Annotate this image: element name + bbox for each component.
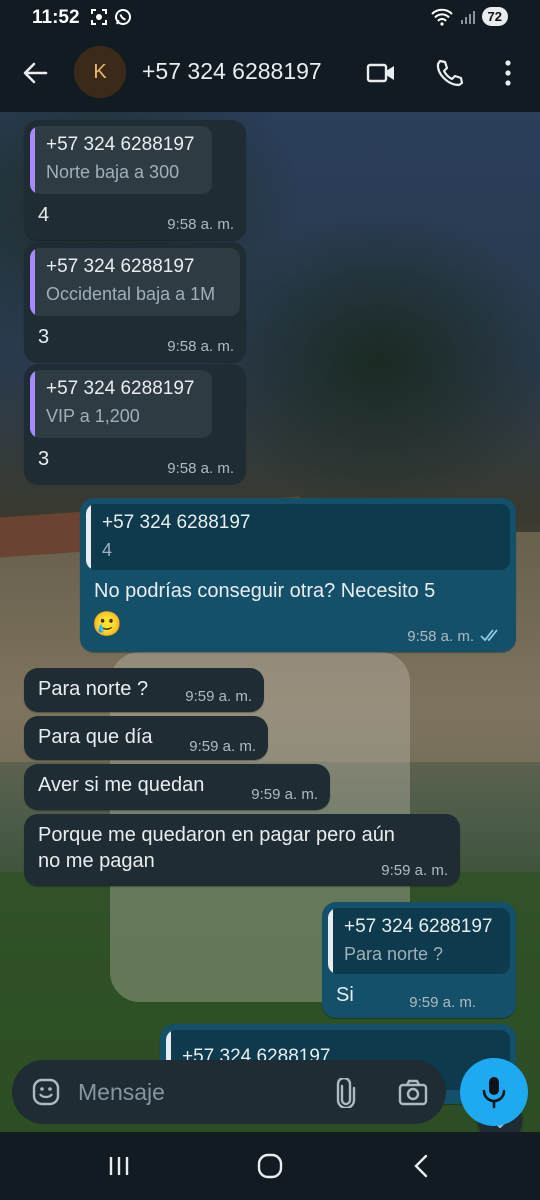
chat-header: K +57 324 6288197: [0, 36, 540, 112]
more-vert-icon[interactable]: [498, 58, 518, 88]
message-text: Para norte ?: [38, 678, 149, 700]
status-bar: 11:52 72: [0, 0, 540, 36]
quoted-text: Occidental baja a 1M: [46, 284, 216, 304]
chat-area[interactable]: +57 324 6288197 Norte baja a 300 4 9:58 …: [0, 112, 540, 1132]
whatsapp-icon: [115, 9, 131, 25]
message-time: 9:59 a. m.: [251, 786, 318, 803]
quoted-sender: +57 324 6288197: [46, 256, 195, 277]
message-input[interactable]: [78, 1078, 318, 1106]
video-call-icon[interactable]: [366, 58, 396, 88]
quoted-sender: +57 324 6288197: [344, 916, 493, 937]
message-text-line2: no me pagan: [38, 850, 155, 872]
message-text: No podrías conseguir otra? Necesito 5: [94, 580, 436, 602]
system-nav-bar: [0, 1132, 540, 1200]
message-time: 9:59 a. m.: [409, 994, 476, 1011]
back-arrow-icon[interactable]: [22, 60, 48, 86]
message-time: 9:58 a. m.: [167, 338, 234, 355]
wifi-icon: [430, 8, 453, 26]
quoted-message[interactable]: +57 324 6288197 Para norte ?: [328, 908, 510, 974]
recents-icon[interactable]: [104, 1152, 134, 1180]
quoted-sender: +57 324 6288197: [102, 512, 251, 533]
screenshot-icon: [91, 9, 107, 25]
message-text: 4: [38, 204, 50, 226]
phone-call-icon[interactable]: [434, 58, 464, 88]
message-text: 3: [38, 448, 50, 470]
incoming-message[interactable]: Para norte ? 9:59 a. m.: [24, 668, 264, 712]
emoji-icon[interactable]: [32, 1078, 60, 1106]
incoming-message[interactable]: Aver si me quedan 9:59 a. m.: [24, 764, 330, 810]
battery-indicator: 72: [481, 7, 508, 26]
signal-icon: [460, 10, 475, 24]
mic-button[interactable]: [460, 1058, 528, 1126]
message-time: 9:59 a. m.: [185, 688, 252, 705]
message-time: 9:59 a. m.: [189, 738, 256, 755]
attach-icon[interactable]: [334, 1078, 358, 1108]
back-icon[interactable]: [406, 1152, 436, 1180]
mic-icon: [482, 1077, 506, 1109]
incoming-message[interactable]: Para que día 9:59 a. m.: [24, 716, 268, 760]
message-text: Para que día: [38, 726, 153, 748]
incoming-message[interactable]: +57 324 6288197 Norte baja a 300 4 9:58 …: [24, 120, 246, 240]
contact-name[interactable]: +57 324 6288197: [142, 58, 322, 85]
message-text: 3: [38, 326, 50, 348]
message-time: 9:58 a. m.: [167, 216, 234, 233]
quoted-message[interactable]: +57 324 6288197 Occidental baja a 1M: [30, 248, 240, 316]
quoted-sender: +57 324 6288197: [46, 134, 195, 155]
quoted-sender: +57 324 6288197: [46, 378, 195, 399]
message-text: Si: [336, 984, 354, 1006]
quoted-message[interactable]: +57 324 6288197 Norte baja a 300: [30, 126, 212, 194]
message-text: Aver si me quedan: [38, 774, 205, 796]
message-text-line1: Porque me quedaron en pagar pero aún: [38, 824, 395, 846]
message-composer[interactable]: [12, 1060, 446, 1124]
quoted-text: Para norte ?: [344, 944, 444, 964]
incoming-message[interactable]: +57 324 6288197 VIP a 1,200 3 9:58 a. m.: [24, 364, 246, 484]
home-icon[interactable]: [255, 1152, 285, 1180]
message-time: 9:58 a. m.: [407, 628, 474, 645]
read-receipt-icon: [480, 629, 498, 642]
quoted-text: Norte baja a 300: [46, 162, 180, 182]
message-time: 9:58 a. m.: [167, 460, 234, 477]
outgoing-message[interactable]: +57 324 6288197 4 No podrías conseguir o…: [80, 498, 516, 652]
message-time: 9:59 a. m.: [381, 862, 448, 879]
outgoing-message[interactable]: +57 324 6288197 Para norte ? Si 9:59 a. …: [322, 902, 516, 1018]
incoming-message[interactable]: Porque me quedaron en pagar pero aún no …: [24, 814, 460, 886]
camera-icon[interactable]: [398, 1078, 428, 1106]
avatar[interactable]: K: [74, 46, 126, 98]
quoted-message[interactable]: +57 324 6288197 VIP a 1,200: [30, 370, 212, 438]
message-emoji: 🥲: [92, 611, 122, 638]
incoming-message[interactable]: +57 324 6288197 Occidental baja a 1M 3 9…: [24, 242, 246, 362]
quoted-text: VIP a 1,200: [46, 406, 140, 426]
quoted-message[interactable]: +57 324 6288197 4: [86, 504, 510, 570]
status-time: 11:52: [32, 7, 80, 28]
quoted-text: 4: [102, 540, 113, 560]
